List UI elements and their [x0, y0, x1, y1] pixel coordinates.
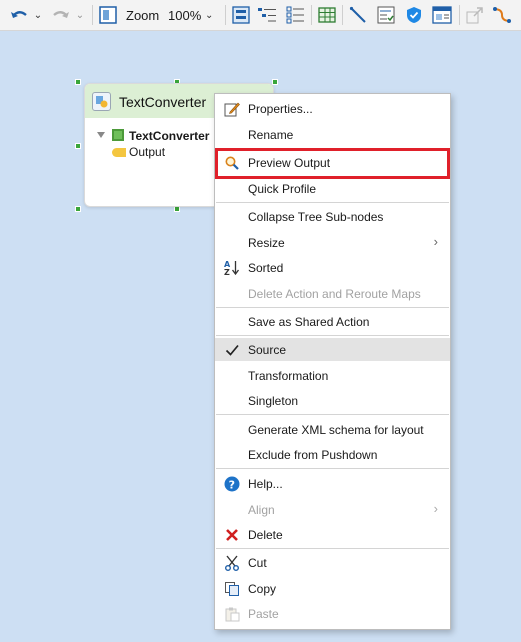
chevron-right-icon: ›	[433, 234, 438, 249]
tree-root-label[interactable]: TextConverter	[129, 129, 209, 143]
toolbar-separator	[311, 5, 312, 25]
paste-icon	[223, 605, 240, 622]
menu-item-cut[interactable]: Cut	[215, 551, 450, 574]
validate-button[interactable]	[403, 4, 425, 26]
properties-icon	[223, 100, 240, 117]
tree-expander-icon[interactable]	[97, 132, 105, 138]
svg-text:?: ?	[228, 478, 234, 491]
toolbar-separator	[459, 5, 460, 25]
zoom-label: Zoom	[126, 8, 160, 23]
delete-x-icon	[223, 526, 240, 543]
record-icon	[112, 129, 124, 141]
menu-item-copy[interactable]: Copy	[215, 577, 450, 600]
zoom-value: 100%	[168, 7, 202, 23]
tree-collapse-icon	[258, 8, 276, 22]
window-button[interactable]	[430, 4, 454, 26]
zoom-fit-button[interactable]	[97, 4, 119, 26]
layout-button[interactable]	[230, 4, 252, 26]
connector-button[interactable]	[347, 4, 369, 26]
collapse-tree-button[interactable]	[256, 4, 278, 26]
expand-button[interactable]	[464, 4, 486, 26]
menu-item-singleton[interactable]: Singleton	[215, 389, 450, 412]
scissors-icon	[223, 554, 240, 571]
table-button[interactable]	[316, 4, 338, 26]
menu-item-sorted[interactable]: AZ Sorted	[215, 256, 450, 279]
chevron-right-icon: ›	[433, 501, 438, 516]
menu-separator	[216, 335, 449, 336]
mapping-button[interactable]	[490, 4, 514, 26]
menu-item-exclude-pushdown[interactable]: Exclude from Pushdown	[215, 443, 450, 466]
table-icon	[318, 7, 336, 23]
text-converter-icon	[92, 92, 111, 111]
tree-output-label[interactable]: Output	[129, 145, 165, 159]
redo-icon	[53, 11, 69, 18]
zoom-fit-icon	[99, 6, 117, 24]
menu-item-resize[interactable]: Resize ›	[215, 231, 450, 254]
menu-item-delete-action-reroute[interactable]: Delete Action and Reroute Maps	[215, 282, 450, 305]
undo-icon	[11, 11, 27, 18]
menu-item-save-shared-action[interactable]: Save as Shared Action	[215, 310, 450, 333]
menu-item-align[interactable]: Align ›	[215, 498, 450, 521]
selection-handle[interactable]	[75, 79, 81, 85]
layout-icon	[232, 6, 250, 24]
schema-button[interactable]	[375, 4, 397, 26]
menu-item-properties[interactable]: Properties...	[215, 97, 450, 120]
menu-separator	[216, 414, 449, 415]
node-title: TextConverter	[119, 94, 207, 110]
schema-icon	[377, 6, 395, 24]
selection-handle[interactable]	[75, 143, 81, 149]
help-icon: ?	[223, 475, 240, 492]
menu-item-transformation[interactable]: Transformation	[215, 364, 450, 387]
mapping-curve-icon	[493, 7, 511, 23]
zoom-select[interactable]: 100% ⌄	[165, 4, 221, 26]
redo-dropdown[interactable]: ⌄	[74, 4, 86, 26]
menu-item-delete[interactable]: Delete	[215, 523, 450, 546]
undo-button[interactable]	[8, 4, 30, 26]
copy-icon	[223, 580, 240, 597]
connector-line-icon	[349, 6, 366, 23]
output-port-icon	[112, 148, 126, 157]
checkmark-icon	[223, 341, 240, 358]
highlight-annotation	[215, 148, 450, 179]
menu-item-quick-profile[interactable]: Quick Profile	[215, 177, 450, 200]
toolbar-separator	[92, 5, 93, 25]
expand-tree-button[interactable]	[284, 4, 306, 26]
menu-item-generate-xml-schema[interactable]: Generate XML schema for layout	[215, 418, 450, 441]
expand-arrow-icon	[466, 7, 483, 24]
menu-item-source[interactable]: Source	[215, 338, 450, 361]
sort-az-icon: AZ	[223, 259, 240, 276]
window-icon	[432, 6, 452, 24]
tree-expand-icon	[286, 6, 304, 24]
undo-dropdown[interactable]: ⌄	[32, 4, 44, 26]
redo-button[interactable]	[50, 4, 72, 26]
svg-text:Z: Z	[224, 268, 230, 276]
menu-item-help[interactable]: ? Help...	[215, 472, 450, 495]
menu-item-rename[interactable]: Rename	[215, 123, 450, 146]
shield-check-icon	[407, 7, 421, 23]
chevron-down-icon: ⌄	[75, 9, 85, 21]
chevron-down-icon: ⌄	[33, 9, 43, 21]
menu-item-paste[interactable]: Paste	[215, 602, 450, 625]
chevron-down-icon: ⌄	[205, 9, 214, 21]
menu-separator	[216, 202, 449, 203]
toolbar-separator	[225, 5, 226, 25]
menu-separator	[216, 307, 449, 308]
menu-separator	[216, 468, 449, 469]
menu-separator	[216, 548, 449, 549]
toolbar-separator	[342, 5, 343, 25]
menu-item-collapse-tree[interactable]: Collapse Tree Sub-nodes	[215, 205, 450, 228]
selection-handle[interactable]	[75, 206, 81, 212]
toolbar: ⌄ ⌄ Zoom 100% ⌄	[0, 0, 521, 31]
